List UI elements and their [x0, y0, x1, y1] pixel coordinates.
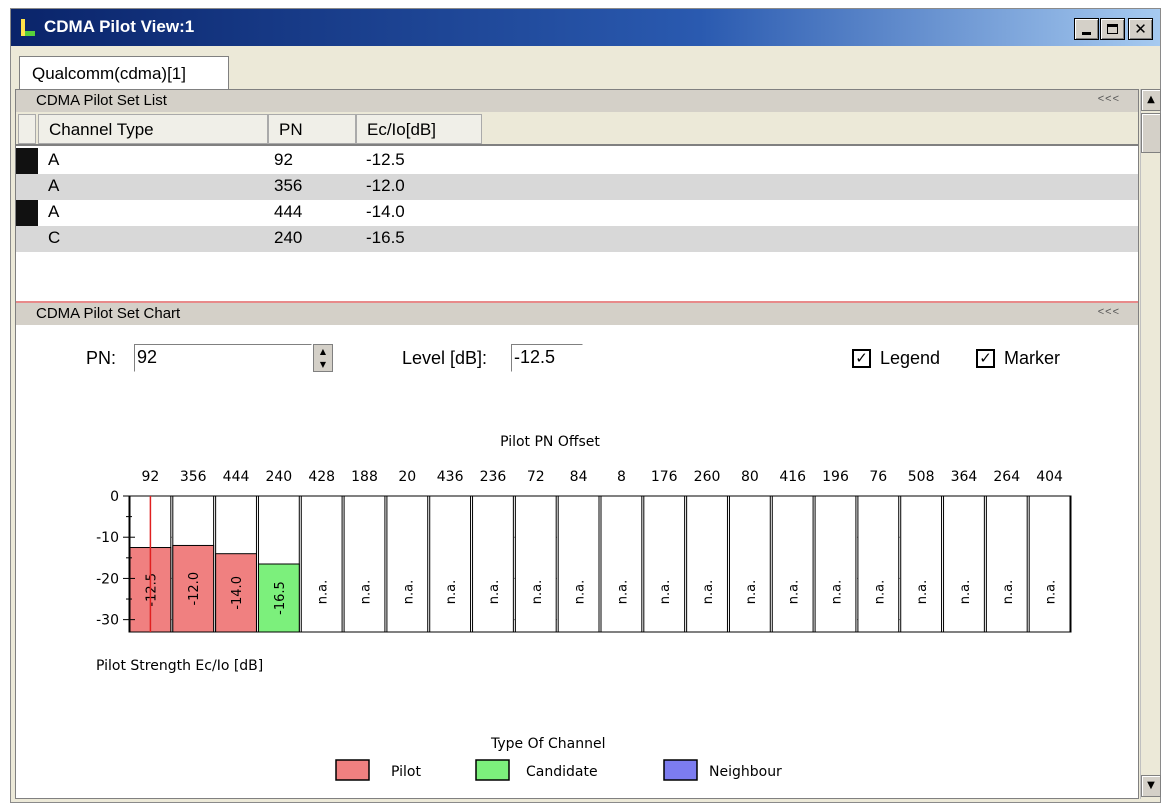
y-tick-label: -20	[96, 571, 119, 587]
data-label: n.a.	[958, 580, 973, 604]
minimize-button[interactable]	[1074, 18, 1099, 40]
x-tick-label: 80	[741, 469, 759, 485]
x-tick-label: 20	[398, 469, 416, 485]
x-tick-label: 416	[779, 469, 806, 485]
close-icon: ✕	[1134, 20, 1147, 38]
data-label: n.a.	[658, 580, 673, 604]
data-label: n.a.	[444, 580, 459, 604]
data-label: n.a.	[787, 580, 802, 604]
main-content: CDMA Pilot Set List <<< Channel Type PN …	[15, 89, 1139, 799]
scroll-down-button[interactable]: ▼	[1141, 775, 1161, 797]
bar-slot	[429, 495, 472, 633]
data-label: n.a.	[401, 580, 416, 604]
bar-slot	[857, 495, 900, 633]
x-tick-label: 444	[223, 469, 250, 485]
x-tick-label: 260	[694, 469, 721, 485]
legend-swatch	[663, 759, 698, 781]
bar-slot	[814, 495, 857, 633]
bar-slot	[300, 495, 343, 633]
bar-slot	[728, 495, 771, 633]
legend-entry-label: Neighbour	[709, 764, 782, 780]
y-axis-label: Pilot Strength Ec/Io [dB]	[96, 658, 263, 674]
tab-qualcomm-cdma[interactable]: Qualcomm(cdma)[1]	[19, 56, 229, 90]
data-label: n.a.	[701, 580, 716, 604]
x-tick-label: 436	[437, 469, 464, 485]
data-label: n.a.	[830, 580, 845, 604]
data-label: n.a.	[530, 580, 545, 604]
x-tick-label: 92	[141, 469, 159, 485]
x-tick-label: 76	[869, 469, 887, 485]
y-tick-label: 0	[110, 489, 119, 505]
x-tick-label: 188	[351, 469, 378, 485]
scroll-up-button[interactable]: ▲	[1141, 89, 1161, 111]
data-label: -12.5	[144, 573, 159, 607]
x-tick-label: 196	[822, 469, 849, 485]
bar-slot	[943, 495, 985, 633]
legend-swatch	[475, 759, 510, 781]
data-label: n.a.	[573, 580, 588, 604]
pilot-strength-chart: Pilot PN Offset 92 -12.5 356 -12.0 444 -14.0 24…	[96, 434, 1072, 781]
bar-slot	[386, 495, 429, 633]
x-tick-label: 508	[908, 469, 935, 485]
cdma-pilot-view-window: CDMA Pilot View:1 ✕ Qualcomm(cdma)[1] CD…	[10, 8, 1161, 803]
bar-slot	[771, 495, 814, 633]
data-label: -12.0	[187, 572, 202, 606]
minimize-icon	[1082, 32, 1091, 35]
app-icon	[21, 19, 35, 36]
vertical-scrollbar[interactable]: ▲ ▼	[1140, 89, 1161, 799]
x-tick-label: 176	[651, 469, 678, 485]
bar-slot	[900, 495, 943, 633]
data-label: n.a.	[1044, 580, 1059, 604]
x-tick-label: 236	[480, 469, 507, 485]
data-label: n.a.	[487, 580, 502, 604]
scroll-thumb[interactable]	[1141, 113, 1161, 153]
bar-slot	[343, 495, 386, 633]
data-label: n.a.	[744, 580, 759, 604]
close-button[interactable]: ✕	[1128, 18, 1153, 40]
bar-slot	[600, 495, 643, 633]
y-tick-label: -30	[96, 613, 119, 629]
bar-slot	[686, 495, 728, 633]
bar-slot	[643, 495, 686, 633]
bar-slot	[514, 495, 557, 633]
data-label: n.a.	[615, 580, 630, 604]
x-tick-label: 404	[1036, 469, 1063, 485]
x-tick-label: 428	[308, 469, 335, 485]
bar-slot	[985, 495, 1028, 633]
x-tick-label: 240	[265, 469, 292, 485]
bar-slot	[557, 495, 600, 633]
y-tick-label: -10	[96, 530, 119, 546]
data-label: n.a.	[872, 580, 887, 604]
x-tick-label: 364	[951, 469, 978, 485]
legend-entry-label: Pilot	[391, 764, 421, 780]
legend-swatch	[335, 759, 370, 781]
legend-entry-label: Candidate	[526, 764, 598, 780]
bar-slot	[1028, 495, 1071, 633]
data-label: n.a.	[316, 580, 331, 604]
data-label: n.a.	[1001, 580, 1016, 604]
x-tick-label: 356	[180, 469, 207, 485]
legend-title: Type Of Channel	[490, 736, 605, 752]
data-label: -14.0	[230, 576, 245, 610]
data-label: n.a.	[915, 580, 930, 604]
window-title: CDMA Pilot View:1	[44, 17, 195, 36]
data-label: -16.5	[273, 581, 288, 615]
maximize-icon	[1107, 24, 1118, 34]
chart-title: Pilot PN Offset	[500, 434, 600, 450]
x-tick-label: 264	[993, 469, 1020, 485]
maximize-button[interactable]	[1100, 18, 1125, 40]
data-label: n.a.	[359, 580, 374, 604]
title-bar[interactable]: CDMA Pilot View:1 ✕	[11, 9, 1160, 46]
x-tick-label: 84	[570, 469, 588, 485]
x-tick-label: 72	[527, 469, 545, 485]
x-tick-label: 8	[617, 469, 626, 485]
bar-slot	[472, 495, 514, 633]
